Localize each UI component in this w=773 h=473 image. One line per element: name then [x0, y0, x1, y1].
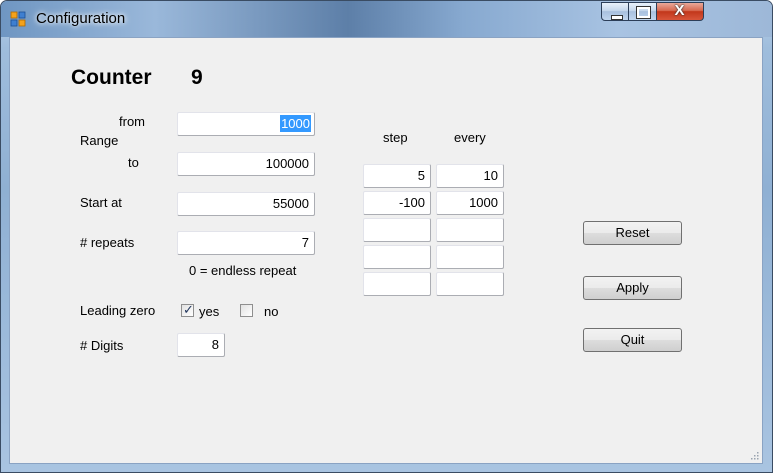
every-input-4[interactable] [436, 245, 504, 269]
leading-zero-label: Leading zero [80, 303, 156, 318]
range-from-label: from [119, 114, 145, 129]
step-input-3[interactable] [363, 218, 431, 242]
repeats-hint: 0 = endless repeat [189, 263, 297, 278]
minimize-icon [611, 15, 623, 20]
window-title: Configuration [36, 10, 126, 27]
leading-zero-yes-checkbox[interactable]: ✓ [181, 302, 194, 317]
range-from-value: 1000 [280, 115, 311, 132]
leading-zero-yes-label: yes [199, 304, 220, 319]
caption-buttons: X [601, 2, 704, 23]
counter-label: Counter [71, 66, 152, 89]
minimize-button[interactable] [601, 2, 629, 21]
every-input-5[interactable] [436, 272, 504, 296]
resize-grip-icon[interactable] [749, 450, 759, 460]
every-input-2[interactable]: 1000 [436, 191, 504, 215]
form-app-icon [10, 11, 26, 27]
client-area: Counter 9 from Range to 1000 100000 Star… [9, 37, 763, 464]
step-input-5[interactable] [363, 272, 431, 296]
maximize-button[interactable] [629, 2, 657, 21]
checkmark-icon: ✓ [183, 302, 194, 317]
maximize-icon [637, 7, 650, 18]
range-from-input[interactable]: 1000 [177, 112, 315, 136]
step-header: step [383, 130, 408, 145]
digits-label: # Digits [80, 338, 124, 353]
every-header: every [454, 130, 486, 145]
start-at-label: Start at [80, 195, 122, 210]
apply-button[interactable]: Apply [583, 276, 682, 300]
start-at-input[interactable]: 55000 [177, 192, 315, 216]
range-to-label: to [128, 155, 139, 170]
repeats-input[interactable]: 7 [177, 231, 315, 255]
step-input-1[interactable]: 5 [363, 164, 431, 188]
digits-input[interactable]: 8 [177, 333, 225, 357]
counter-value: 9 [191, 66, 203, 89]
repeats-label: # repeats [80, 235, 135, 250]
step-input-4[interactable] [363, 245, 431, 269]
reset-button[interactable]: Reset [583, 221, 682, 245]
title-bar[interactable]: Configuration X [1, 1, 772, 37]
leading-zero-no-label: no [264, 304, 279, 319]
close-icon: X [674, 2, 685, 19]
every-input-1[interactable]: 10 [436, 164, 504, 188]
step-input-2[interactable]: -100 [363, 191, 431, 215]
close-button[interactable]: X [657, 2, 704, 21]
range-to-input[interactable]: 100000 [177, 152, 315, 176]
configuration-window: Configuration X Counter 9 from Range to … [0, 0, 773, 473]
range-label: Range [80, 133, 119, 148]
leading-zero-no-checkbox[interactable] [240, 304, 253, 317]
every-input-3[interactable] [436, 218, 504, 242]
quit-button[interactable]: Quit [583, 328, 682, 352]
